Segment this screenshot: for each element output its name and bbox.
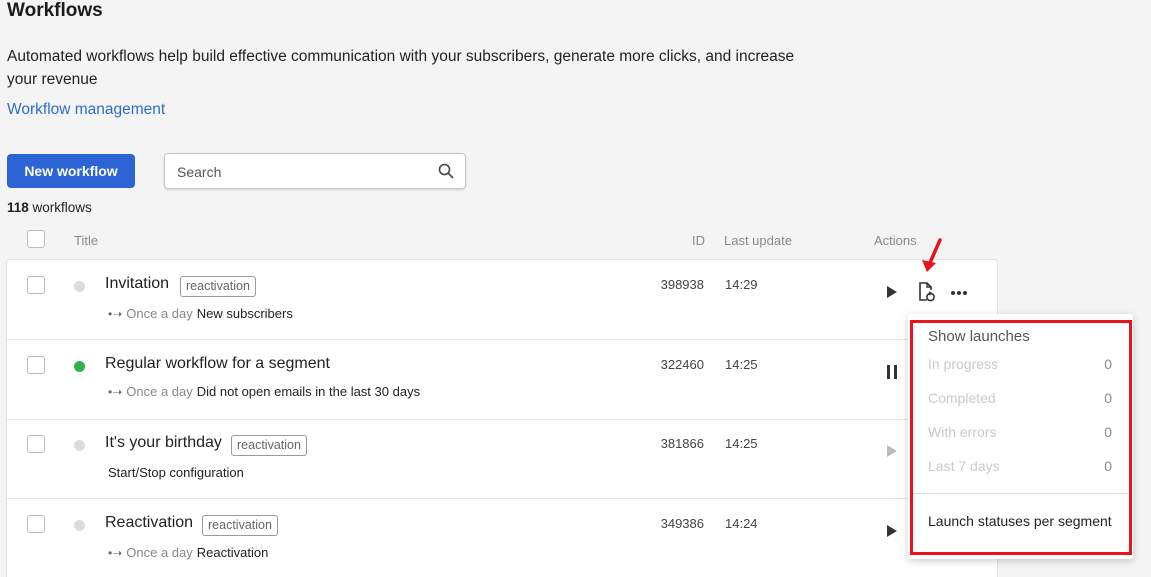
status-dot xyxy=(74,440,85,451)
stat-with-errors-label: With errors xyxy=(928,424,997,440)
table-row[interactable]: It's your birthday reactivation Start/St… xyxy=(7,419,997,499)
new-workflow-button[interactable]: New workflow xyxy=(7,154,135,188)
page-description: Automated workflows help build effective… xyxy=(7,48,795,88)
show-launches-icon[interactable] xyxy=(917,281,937,303)
search-box[interactable] xyxy=(164,153,466,189)
workflow-management-link[interactable]: Workflow management xyxy=(7,101,165,119)
workflow-tag: reactivation xyxy=(180,276,256,297)
row-checkbox[interactable] xyxy=(27,435,45,453)
status-dot xyxy=(74,361,85,372)
workflow-id: 398938 xyxy=(660,277,704,292)
workflow-note: Start/Stop configuration xyxy=(108,465,244,480)
workflow-title[interactable]: Regular workflow for a segment xyxy=(105,355,330,373)
workflow-id: 322460 xyxy=(660,357,704,372)
workflow-last-update: 14:29 xyxy=(725,277,758,292)
workflow-schedule: •➝ Once a day Did not open emails in the l… xyxy=(108,384,420,399)
workflow-last-update: 14:25 xyxy=(725,357,758,372)
popup-title: Show launches xyxy=(928,328,1030,345)
column-last-update: Last update xyxy=(724,233,792,248)
workflow-tag: reactivation xyxy=(202,515,278,536)
schedule-arrow-icon: •➝ xyxy=(108,307,123,321)
play-icon[interactable] xyxy=(885,523,899,539)
status-dot xyxy=(74,520,85,531)
stat-completed-value: 0 xyxy=(1104,390,1112,406)
workflow-id: 349386 xyxy=(660,516,704,531)
workflow-schedule: •➝ Once a day Reactivation xyxy=(108,545,268,560)
schedule-arrow-icon: •➝ xyxy=(108,385,123,399)
table-row[interactable]: Regular workflow for a segment •➝ Once a … xyxy=(7,340,997,420)
row-checkbox[interactable] xyxy=(27,276,45,294)
schedule-frequency: Once a day xyxy=(126,306,193,321)
workflow-count-label: workflows xyxy=(32,200,92,215)
table-row[interactable]: Invitation reactivation •➝ Once a day New … xyxy=(7,260,997,340)
stat-last-7-days-label: Last 7 days xyxy=(928,458,1000,474)
schedule-arrow-icon: •➝ xyxy=(108,546,123,560)
launch-statuses-link[interactable]: Launch statuses per segment xyxy=(928,513,1112,529)
row-checkbox[interactable] xyxy=(27,515,45,533)
stat-with-errors-value: 0 xyxy=(1104,424,1112,440)
workflow-title[interactable]: Invitation xyxy=(105,275,169,293)
schedule-segment: New subscribers xyxy=(196,306,293,321)
schedule-segment: Did not open emails in the last 30 days xyxy=(196,384,421,399)
status-dot xyxy=(74,281,85,292)
launches-popup: Show launches In progress 0 Completed 0 … xyxy=(908,314,1133,559)
stat-in-progress-label: In progress xyxy=(928,356,999,372)
search-icon[interactable] xyxy=(438,163,454,179)
stat-in-progress-value: 0 xyxy=(1104,356,1112,372)
schedule-frequency: Once a day xyxy=(126,545,193,560)
page-title: Workflows xyxy=(7,0,103,21)
column-actions: Actions xyxy=(874,233,917,248)
workflow-schedule: •➝ Once a day New subscribers xyxy=(108,306,293,321)
column-id: ID xyxy=(692,233,705,248)
schedule-segment: Reactivation xyxy=(196,545,269,560)
workflow-last-update: 14:24 xyxy=(725,516,758,531)
table-row[interactable]: Reactivation reactivation •➝ Once a day Re… xyxy=(7,499,997,577)
annotation-arrow xyxy=(922,238,942,272)
popup-divider xyxy=(913,493,1128,494)
play-icon[interactable] xyxy=(885,284,899,300)
more-icon[interactable] xyxy=(950,290,968,296)
row-checkbox[interactable] xyxy=(27,356,45,374)
search-input[interactable] xyxy=(177,162,427,182)
workflow-table: Invitation reactivation •➝ Once a day New … xyxy=(6,259,998,577)
stat-last-7-days-value: 0 xyxy=(1104,458,1112,474)
workflow-title[interactable]: Reactivation xyxy=(105,514,193,532)
workflow-title[interactable]: It's your birthday xyxy=(105,434,222,452)
workflow-id: 381866 xyxy=(660,436,704,451)
workflow-count-number: 118 xyxy=(7,200,29,215)
select-all-checkbox[interactable] xyxy=(27,230,45,248)
workflow-tag: reactivation xyxy=(231,435,307,456)
workflow-last-update: 14:25 xyxy=(725,436,758,451)
pause-icon[interactable] xyxy=(885,364,899,380)
workflow-count: 118 workflows xyxy=(7,200,92,215)
column-title: Title xyxy=(74,233,99,248)
schedule-frequency: Once a day xyxy=(126,384,193,399)
play-icon xyxy=(887,445,897,457)
stat-completed-label: Completed xyxy=(928,390,996,406)
